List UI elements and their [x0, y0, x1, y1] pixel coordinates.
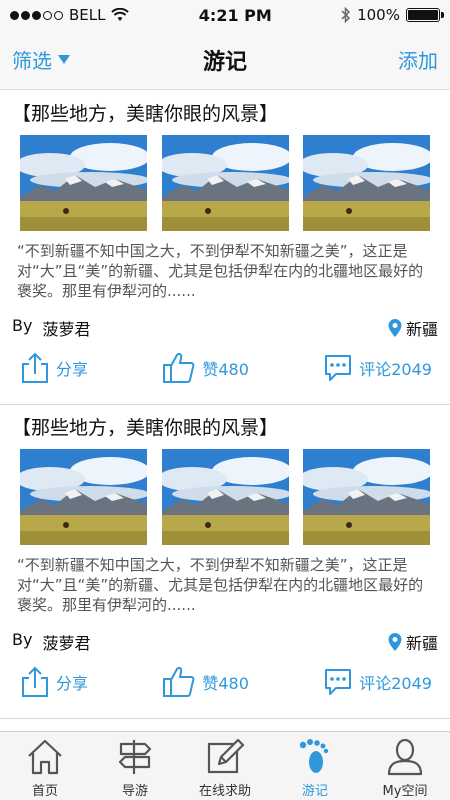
- author-prefix: By: [12, 316, 33, 335]
- post-title: 【那些地方，美瞎你眼的风景】: [12, 103, 279, 125]
- post-location: 新疆: [388, 630, 438, 654]
- location-label: 新疆: [405, 320, 438, 339]
- status-left: BELL: [10, 6, 130, 24]
- tab-label: 在线求助: [198, 784, 251, 799]
- post-meta: By 菠萝君 新疆: [12, 627, 438, 657]
- landscape-photo: [20, 135, 147, 231]
- post-actions: 分享 赞480 评论2049: [12, 657, 438, 707]
- comment-button[interactable]: 评论2049: [323, 667, 432, 697]
- landscape-photo: [303, 135, 430, 231]
- person-icon: [387, 738, 423, 776]
- post-actions: 分享 赞480 评论2049: [12, 343, 438, 393]
- post-author: By 菠萝君: [12, 316, 90, 340]
- share-label: 分享: [56, 360, 89, 379]
- tab-label: 游记: [301, 784, 328, 799]
- tab-travel-notes[interactable]: 游记: [270, 732, 360, 800]
- post-photo[interactable]: [20, 449, 147, 545]
- landscape-photo: [161, 449, 289, 545]
- author-prefix: By: [12, 630, 33, 649]
- post-photo[interactable]: [303, 449, 430, 545]
- tab-home[interactable]: 首页: [0, 732, 90, 800]
- caret-down-icon: [58, 55, 70, 64]
- status-bar: BELL 4:21 PM 100%: [0, 0, 450, 30]
- like-count: 赞480: [202, 674, 249, 693]
- tab-my-space[interactable]: My空间: [360, 732, 450, 800]
- like-button[interactable]: 赞480: [162, 352, 249, 384]
- share-label: 分享: [56, 674, 89, 693]
- status-time: 4:21 PM: [198, 5, 272, 25]
- share-icon: [22, 352, 48, 383]
- bluetooth-icon: [341, 7, 351, 23]
- post-location: 新疆: [388, 316, 438, 340]
- post-excerpt: “不到新疆不知中国之大，不到伊犁不知新疆之美”，这正是对“大”且“美”的新疆、尤…: [17, 556, 424, 614]
- filter-label: 筛选: [12, 49, 52, 73]
- wifi-icon: [111, 8, 130, 21]
- tab-label: My空间: [382, 784, 428, 799]
- tab-label: 导游: [121, 784, 148, 799]
- post-meta: By 菠萝君 新疆: [12, 313, 438, 343]
- add-button[interactable]: 添加: [398, 45, 438, 74]
- landscape-photo: [161, 135, 289, 231]
- location-pin-icon: [388, 319, 402, 337]
- location-label: 新疆: [405, 634, 438, 653]
- tab-online-help[interactable]: 在线求助: [180, 732, 270, 800]
- post-photo[interactable]: [161, 135, 289, 231]
- comment-count: 评论2049: [359, 674, 432, 693]
- post-title: 【那些地方，美瞎你眼的风景】: [12, 417, 279, 439]
- tab-guide[interactable]: 导游: [90, 732, 180, 800]
- status-right: 100%: [341, 6, 444, 24]
- battery-percent: 100%: [357, 6, 400, 24]
- post-photo[interactable]: [161, 449, 289, 545]
- tab-label: 首页: [31, 784, 58, 799]
- pencil-icon: [207, 738, 245, 774]
- share-button[interactable]: 分享: [20, 666, 88, 698]
- comment-icon: [325, 355, 352, 381]
- post-photo[interactable]: [20, 135, 147, 231]
- post-excerpt: “不到新疆不知中国之大，不到伊犁不知新疆之美”，这正是对“大”且“美”的新疆、尤…: [17, 242, 424, 300]
- comment-button[interactable]: 评论2049: [323, 353, 432, 383]
- carrier-name: BELL: [69, 6, 106, 24]
- thumbs-up-icon: [163, 667, 195, 697]
- author-name[interactable]: 菠萝君: [42, 316, 90, 340]
- filter-button[interactable]: 筛选: [12, 45, 70, 74]
- post-author: By 菠萝君: [12, 630, 90, 654]
- tab-bar: 首页 导游 在线求助 游记 My空间: [0, 731, 450, 800]
- share-icon: [22, 666, 48, 697]
- comment-icon: [325, 669, 352, 695]
- author-name[interactable]: 菠萝君: [42, 630, 90, 654]
- thumbs-up-icon: [163, 353, 195, 383]
- landscape-photo: [303, 449, 430, 545]
- post-list[interactable]: 【那些地方，美瞎你眼的风景】 “不到新疆不知中国之大，不到伊犁不知新疆之美”，这…: [0, 91, 450, 731]
- home-icon: [28, 739, 62, 775]
- post-photos: [12, 135, 438, 231]
- footprint-icon: [299, 739, 329, 773]
- signpost-icon: [118, 740, 152, 774]
- signal-strength-icon: [10, 10, 63, 20]
- landscape-photo: [20, 449, 147, 545]
- share-button[interactable]: 分享: [20, 352, 88, 384]
- post-photos: [12, 449, 438, 545]
- post-card[interactable]: 【那些地方，美瞎你眼的风景】 “不到新疆不知中国之大，不到伊犁不知新疆之美”，这…: [0, 405, 450, 719]
- like-count: 赞480: [202, 360, 249, 379]
- comment-count: 评论2049: [359, 360, 432, 379]
- post-photo[interactable]: [303, 135, 430, 231]
- location-pin-icon: [388, 633, 402, 651]
- post-card[interactable]: 【那些地方，美瞎你眼的风景】 “不到新疆不知中国之大，不到伊犁不知新疆之美”，这…: [0, 91, 450, 405]
- navigation-bar: 筛选 游记 添加: [0, 30, 450, 90]
- battery-icon: [405, 8, 444, 22]
- like-button[interactable]: 赞480: [162, 666, 249, 698]
